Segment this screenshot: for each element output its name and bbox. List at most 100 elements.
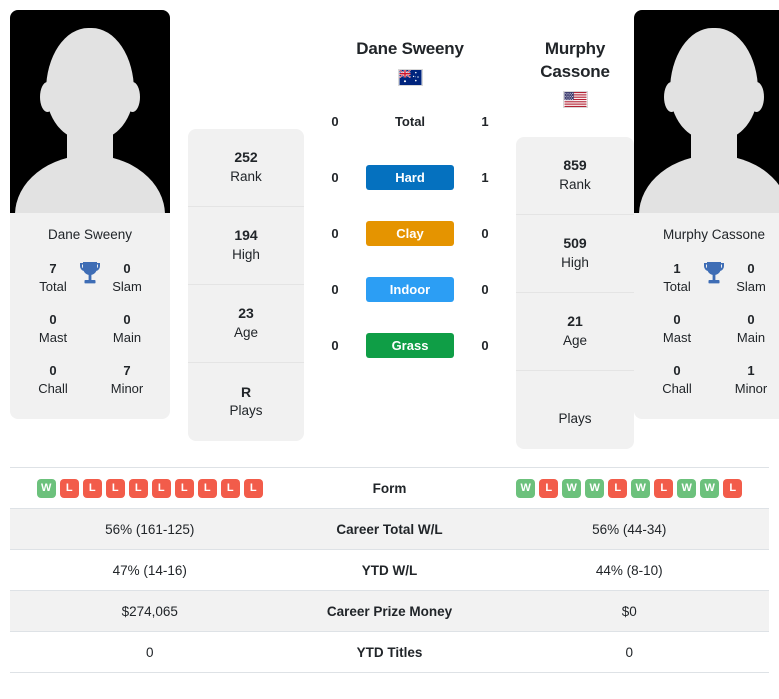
form-badge-right-4: L <box>608 478 628 498</box>
rank-cell-plays-right: Plays <box>558 411 592 427</box>
rank-cell-high-right: 509 High <box>516 215 634 294</box>
h2h-right-score-indoor: 0 <box>481 282 489 298</box>
h2h-row-indoor: 0 Indoor 0 <box>304 262 516 318</box>
h2h-surface-total: Total <box>394 114 426 130</box>
player-name-left: Dane Sweeny <box>356 39 464 58</box>
form-badge-left-1: L <box>59 478 79 498</box>
form-badge-right-2: W <box>562 478 582 498</box>
h2h-row-hard: 0 Hard 1 <box>304 150 516 206</box>
h2h-left-score-indoor: 0 <box>331 282 339 298</box>
form-badge-right-0: W <box>516 478 536 498</box>
head-to-head-panel: Dane Sweeny 0 Total 1 0 Hard 1 0 Clay 0 … <box>304 10 516 374</box>
silhouette-ear-left-icon <box>40 82 55 112</box>
titles-minor-left: 7 Minor <box>110 363 144 396</box>
form-badge-right-7: W <box>677 478 697 498</box>
table-row-ytd-titles: 0 YTD Titles 0 <box>10 632 769 674</box>
h2h-surface-hard[interactable]: Hard <box>366 165 454 191</box>
h2h-right-score-hard: 1 <box>481 170 489 186</box>
stat-value-right-career-prize: $0 <box>621 603 637 619</box>
stat-value-right-ytd-titles: 0 <box>625 644 633 660</box>
h2h-left-score-grass: 0 <box>331 338 339 354</box>
h2h-left-score-clay: 0 <box>331 226 339 242</box>
player-photo-card-left[interactable]: Dane Sweeny 7 Total 0 Slam 0 Mast 0 Main… <box>10 10 170 420</box>
form-badge-left-9: L <box>243 478 263 498</box>
h2h-surface-indoor[interactable]: Indoor <box>366 277 454 303</box>
titles-minor-right: 1 Minor <box>734 363 768 396</box>
form-badge-left-3: L <box>105 478 125 498</box>
form-badge-left-8: L <box>220 478 240 498</box>
form-badge-right-5: W <box>631 478 651 498</box>
player-photo-caption-left: Dane Sweeny <box>47 227 133 242</box>
stat-label-form: Form <box>372 480 407 496</box>
stat-value-right-career-wl: 56% (44-34) <box>592 521 667 537</box>
h2h-surface-grass[interactable]: Grass <box>366 333 454 359</box>
silhouette-ear-left-icon <box>664 82 679 112</box>
h2h-right-score-total: 1 <box>481 114 489 130</box>
player-photo-card-right[interactable]: Murphy Cassone 1 Total 0 Slam 0 Mast 0 M… <box>634 10 779 420</box>
titles-chall-right: 0 Chall <box>662 363 692 396</box>
stats-table: WLLLLLLLLL Form WLWWLWLWWL 56% (161-125)… <box>10 467 770 674</box>
titles-chall-left: 0 Chall <box>38 363 68 396</box>
titles-grid-left: 7 Total 0 Slam 0 Mast 0 Main 0 Chall 7 M… <box>10 254 170 419</box>
h2h-row-clay: 0 Clay 0 <box>304 206 516 262</box>
h2h-surface-clay[interactable]: Clay <box>366 221 454 247</box>
usa-flag-icon <box>562 91 588 109</box>
silhouette-body-icon <box>15 155 165 213</box>
form-strip-right: WLWWLWLWWL <box>490 478 770 498</box>
stat-value-left-ytd-titles: 0 <box>145 644 154 660</box>
comparison-header: Dane Sweeny 7 Total 0 Slam 0 Mast 0 Main… <box>0 0 779 450</box>
silhouette-ear-right-icon <box>125 82 140 112</box>
form-badge-left-4: L <box>128 478 148 498</box>
form-badge-left-2: L <box>82 478 102 498</box>
rank-cell-age-left: 23 Age <box>188 285 304 363</box>
titles-mast-right: 0 Mast <box>662 312 692 345</box>
table-row-career-total-wl: 56% (161-125) Career Total W/L 56% (44-3… <box>10 509 769 551</box>
rank-cell-rank-left: 252 Rank <box>188 129 304 207</box>
form-badge-left-6: L <box>174 478 194 498</box>
titles-main-left: 0 Main <box>112 312 142 345</box>
form-badge-right-9: L <box>723 478 743 498</box>
stat-value-left-ytd-wl: 47% (14-16) <box>112 562 187 578</box>
table-row-form: WLLLLLLLLL Form WLWWLWLWWL <box>10 468 770 510</box>
h2h-right-score-clay: 0 <box>481 226 489 242</box>
stat-label-career-prize-money: Career Prize Money <box>326 603 453 619</box>
stat-value-left-career-wl: 56% (161-125) <box>105 521 195 537</box>
stat-label-career-total-wl: Career Total W/L <box>336 521 443 537</box>
player-photo-caption-right: Murphy Cassone <box>662 227 766 242</box>
player-comparison-page: Dane Sweeny 7 Total 0 Slam 0 Mast 0 Main… <box>0 0 779 699</box>
titles-grid-right: 1 Total 0 Slam 0 Mast 0 Main 0 Chall 1 M… <box>634 254 779 419</box>
rank-cell-rank-right: 859 Rank <box>516 137 634 216</box>
titles-main-right: 0 Main <box>736 312 766 345</box>
stat-value-right-ytd-wl: 44% (8-10) <box>595 562 663 578</box>
h2h-row-grass: 0 Grass 0 <box>304 318 516 374</box>
h2h-left-score-hard: 0 <box>331 170 339 186</box>
h2h-row-total: 0 Total 1 <box>304 94 516 150</box>
h2h-left-score-total: 0 <box>331 114 339 130</box>
player-photo-right <box>634 10 779 213</box>
trophy-icon-left <box>78 260 102 286</box>
rank-cell-high-left: 194 High <box>188 207 304 285</box>
form-badge-left-5: L <box>151 478 171 498</box>
australia-flag-icon <box>397 68 423 86</box>
table-row-career-prize-money: $274,065 Career Prize Money $0 <box>10 591 769 633</box>
titles-mast-left: 0 Mast <box>38 312 68 345</box>
player-name-right: Murphy Cassone <box>540 39 610 81</box>
form-badge-right-1: L <box>539 478 559 498</box>
rank-cell-age-right: 21 Age <box>516 293 634 372</box>
form-badge-right-3: W <box>585 478 605 498</box>
form-badge-left-0: W <box>36 478 56 498</box>
stat-value-left-career-prize: $274,065 <box>121 603 178 619</box>
silhouette-body-icon <box>639 155 779 213</box>
rank-stack-left: 252 Rank 194 High 23 Age R Plays <box>188 129 304 441</box>
form-badge-left-7: L <box>197 478 217 498</box>
player-photo-left <box>10 10 170 213</box>
form-badge-right-6: L <box>654 478 674 498</box>
rank-stack-right: 859 Rank 509 High 21 Age Plays <box>516 137 634 450</box>
head-to-head-rows: 0 Total 1 0 Hard 1 0 Clay 0 0 Indoor 0 0… <box>304 94 516 374</box>
stat-label-ytd-wl: YTD W/L <box>361 562 418 578</box>
h2h-right-score-grass: 0 <box>481 338 489 354</box>
silhouette-ear-right-icon <box>749 82 764 112</box>
form-badge-right-8: W <box>700 478 720 498</box>
stat-label-ytd-titles: YTD Titles <box>356 644 423 660</box>
rank-cell-plays-left: R Plays <box>229 383 263 419</box>
